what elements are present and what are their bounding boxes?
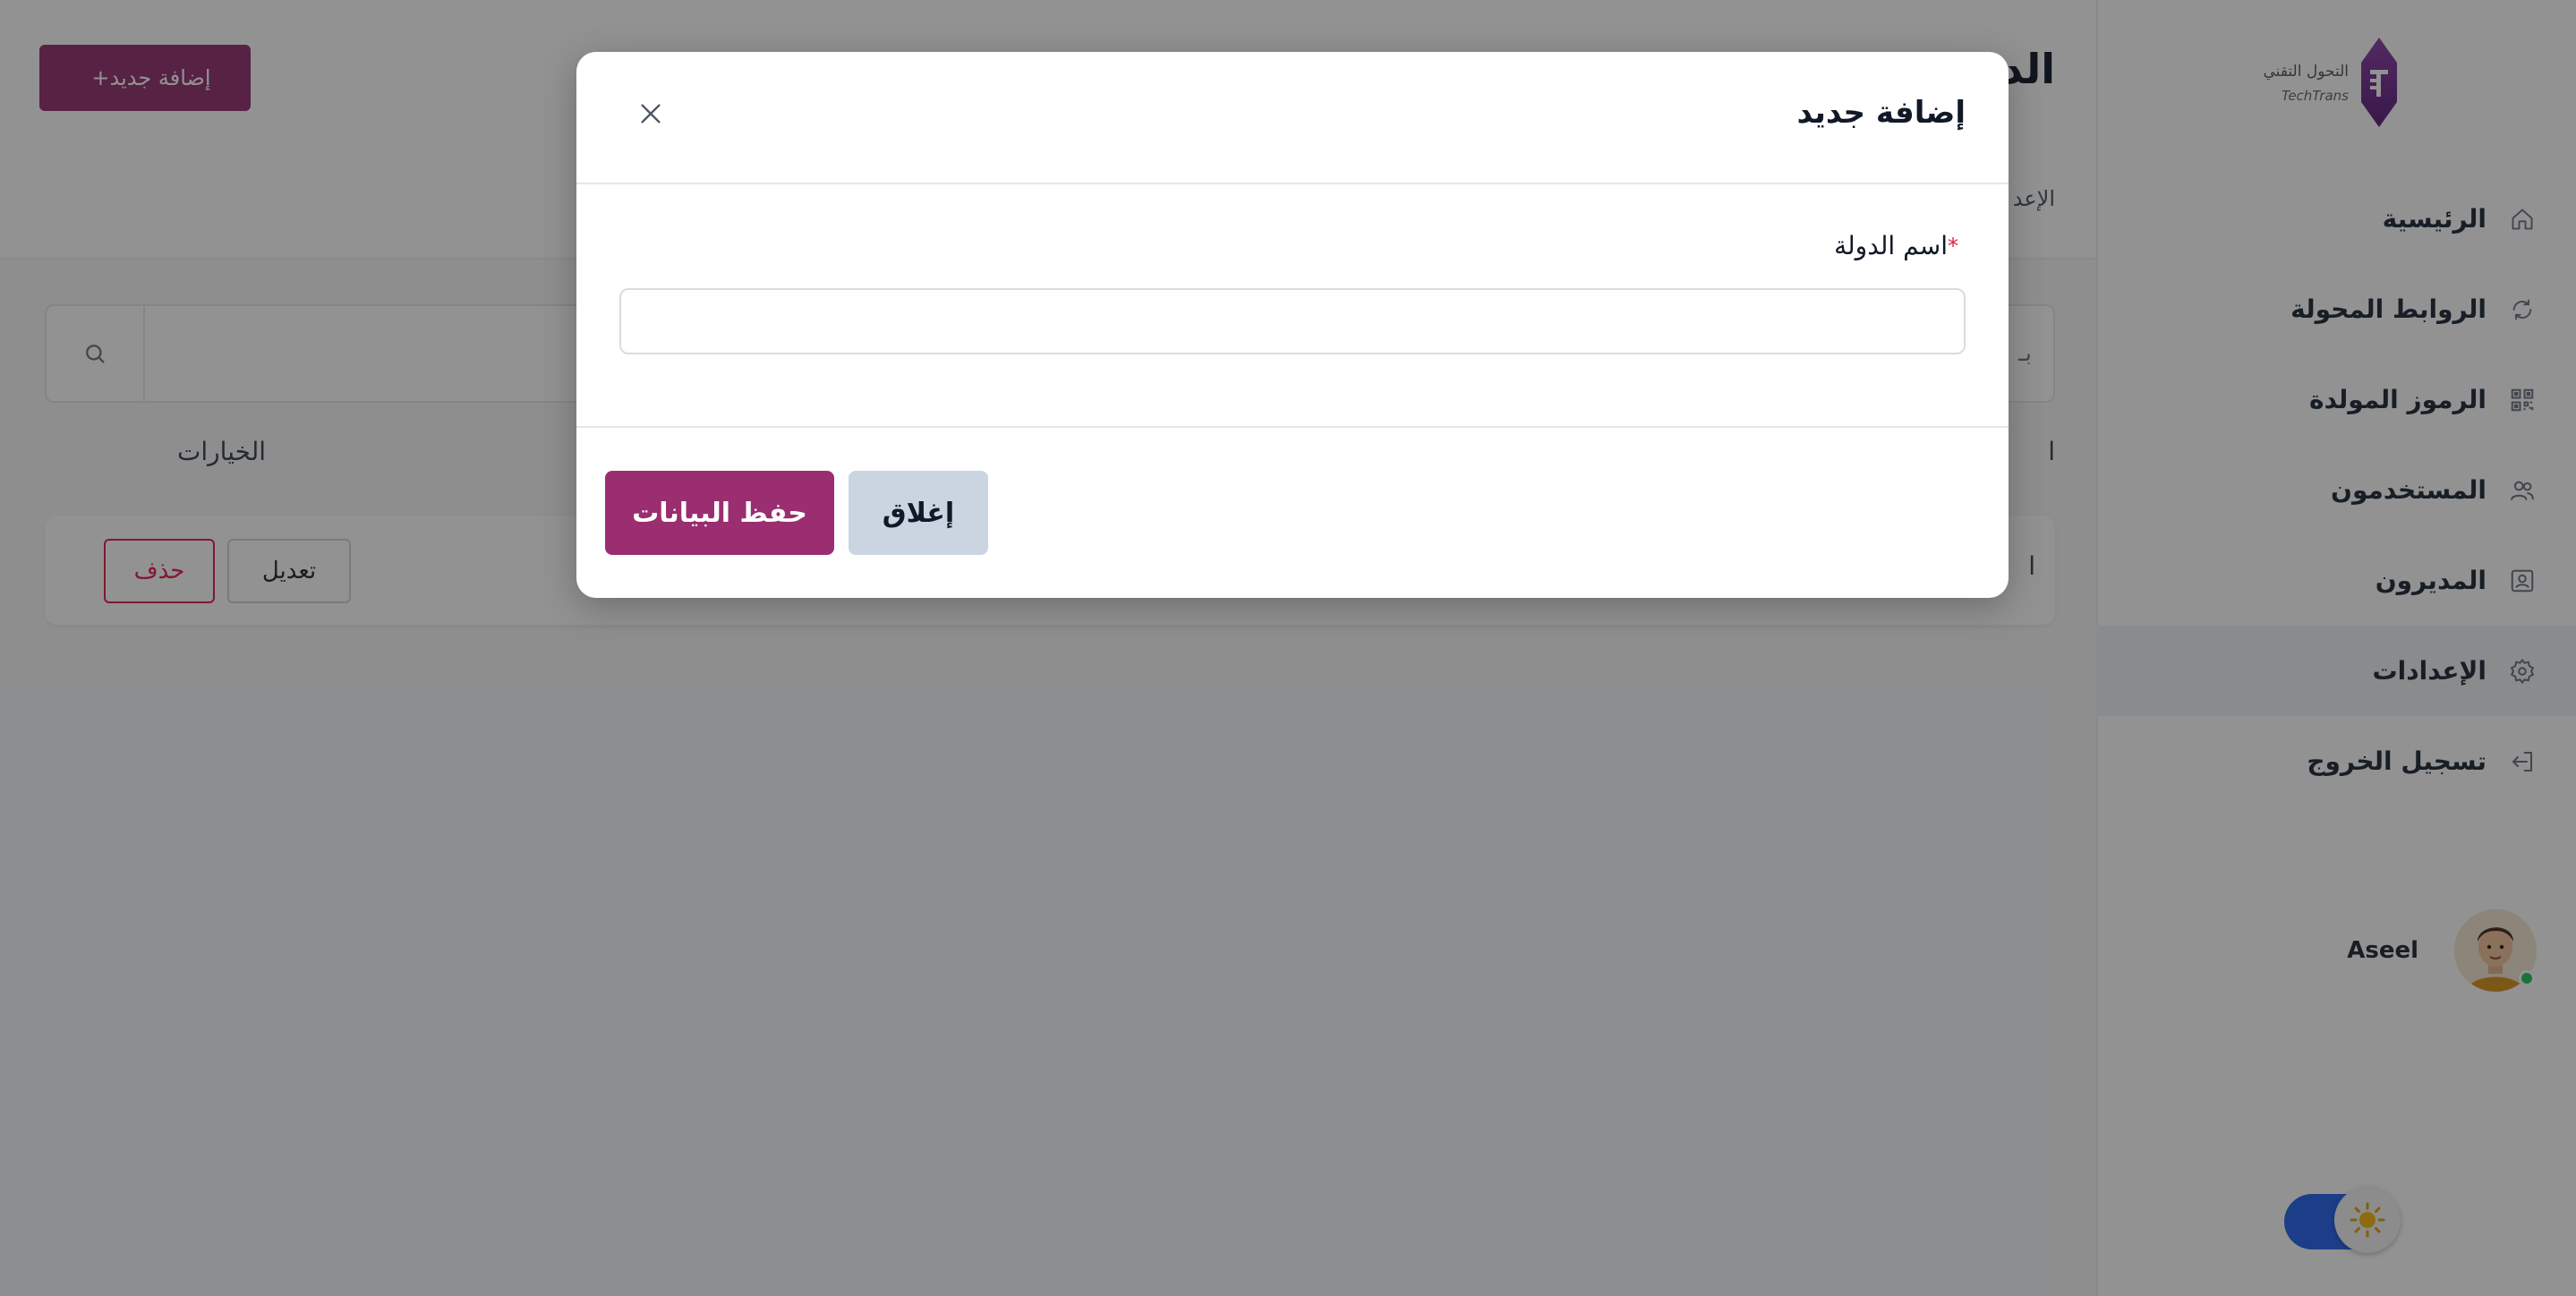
country-name-input[interactable] <box>619 288 1966 354</box>
modal-footer-divider <box>576 426 2009 428</box>
country-name-label-text: اسم الدولة <box>1834 231 1948 260</box>
modal-close-button[interactable] <box>630 93 671 134</box>
required-indicator: * <box>1948 233 1958 259</box>
add-country-modal: إضافة جديد اسم الدولة * حفظ البيانات إغل… <box>576 52 2009 598</box>
close-icon <box>641 104 661 124</box>
modal-title: إضافة جديد <box>1796 95 1966 131</box>
modal-header: إضافة جديد <box>576 52 2009 184</box>
close-button[interactable]: إغلاق <box>849 471 988 555</box>
country-name-label: اسم الدولة * <box>1834 231 1966 260</box>
save-data-button[interactable]: حفظ البيانات <box>605 471 834 555</box>
